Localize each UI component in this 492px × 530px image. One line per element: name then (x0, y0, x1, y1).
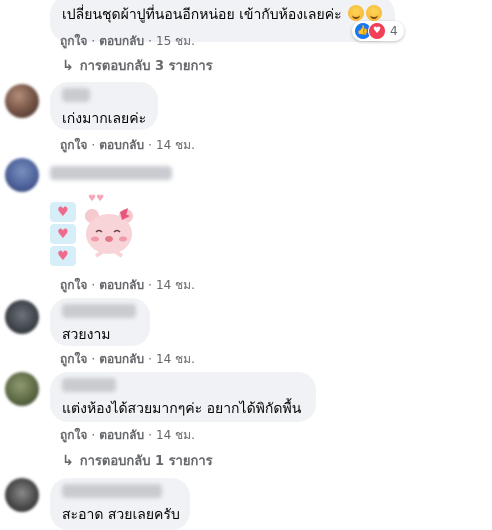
comment-text: สะอาด สวยเลยครับ (62, 507, 180, 523)
replies-label: การตอบกลับ 1 รายการ (79, 454, 213, 469)
like-link[interactable]: ถูกใจ (60, 34, 87, 48)
comment-header (50, 160, 175, 186)
heart-bear-sticker: ♥ ♥ ♥ ♥♥ (48, 194, 148, 268)
comment-actions: ถูกใจ · ตอบกลับ · 14 ชม. (60, 138, 195, 152)
heart-icon: ♥ (50, 246, 76, 266)
smile-emoji-icon (348, 5, 365, 21)
smile-emoji-icon (366, 5, 383, 21)
avatar[interactable] (5, 84, 39, 118)
comment-actions: ถูกใจ · ตอบกลับ · 14 ชม. (60, 428, 195, 442)
replies-label: การตอบกลับ 3 รายการ (79, 59, 213, 74)
comment-actions: ถูกใจ · ตอบกลับ · 14 ชม. (60, 278, 195, 292)
view-replies-link[interactable]: ↳ การตอบกลับ 3 รายการ (62, 55, 213, 76)
author-name-redacted[interactable] (62, 378, 116, 392)
timestamp[interactable]: 15 ชม. (156, 34, 195, 48)
like-link[interactable]: ถูกใจ (60, 352, 87, 366)
like-link[interactable]: ถูกใจ (60, 428, 87, 442)
comment-bubble: สวยงาม (50, 298, 150, 346)
comment-text: เปลี่ยนชุดผ้าปูที่นอนอีกหน่อย เข้ากับห้อ… (62, 5, 383, 23)
timestamp[interactable]: 14 ชม. (156, 428, 195, 442)
reaction-count: 4 (390, 24, 398, 38)
like-link[interactable]: ถูกใจ (60, 138, 87, 152)
bear-icon (85, 208, 133, 258)
reply-link[interactable]: ตอบกลับ (99, 278, 144, 292)
avatar[interactable] (5, 372, 39, 406)
reaction-summary[interactable]: 👍 ♥ 4 (352, 21, 404, 41)
timestamp[interactable]: 14 ชม. (156, 138, 195, 152)
avatar[interactable] (5, 478, 39, 512)
reply-arrow-icon: ↳ (62, 453, 74, 469)
timestamp[interactable]: 14 ชม. (156, 278, 195, 292)
like-link[interactable]: ถูกใจ (60, 278, 87, 292)
author-name-redacted[interactable] (50, 166, 172, 180)
avatar[interactable] (5, 300, 39, 334)
heart-icon: ♥ (50, 202, 76, 222)
comment-actions: ถูกใจ · ตอบกลับ · 14 ชม. (60, 352, 195, 366)
reply-link[interactable]: ตอบกลับ (99, 138, 144, 152)
reply-link[interactable]: ตอบกลับ (99, 428, 144, 442)
avatar[interactable] (5, 158, 39, 192)
comment-text: เก่งมากเลยค่ะ (62, 111, 147, 127)
reply-link[interactable]: ตอบกลับ (99, 34, 144, 48)
love-reaction-icon: ♥ (368, 22, 386, 40)
reply-arrow-icon: ↳ (62, 58, 74, 74)
comment-actions: ถูกใจ · ตอบกลับ · 15 ชม. (60, 34, 195, 48)
heart-icon: ♥ (50, 224, 76, 244)
reply-link[interactable]: ตอบกลับ (99, 352, 144, 366)
author-name-redacted[interactable] (62, 304, 136, 318)
comment-text: แต่งห้องได้สวยมากๆค่ะ อยากได้พิกัดพื้น (62, 401, 302, 417)
timestamp[interactable]: 14 ชม. (156, 352, 195, 366)
comment-bubble: แต่งห้องได้สวยมากๆค่ะ อยากได้พิกัดพื้น (50, 372, 316, 422)
author-name-redacted[interactable] (62, 484, 162, 498)
comment-text: สวยงาม (62, 327, 111, 343)
view-replies-link[interactable]: ↳ การตอบกลับ 1 รายการ (62, 450, 213, 471)
comment-bubble: เก่งมากเลยค่ะ (50, 82, 158, 130)
author-name-redacted[interactable] (62, 88, 90, 102)
heart-icon: ♥♥ (88, 194, 105, 204)
comment-bubble: สะอาด สวยเลยครับ (50, 478, 190, 530)
